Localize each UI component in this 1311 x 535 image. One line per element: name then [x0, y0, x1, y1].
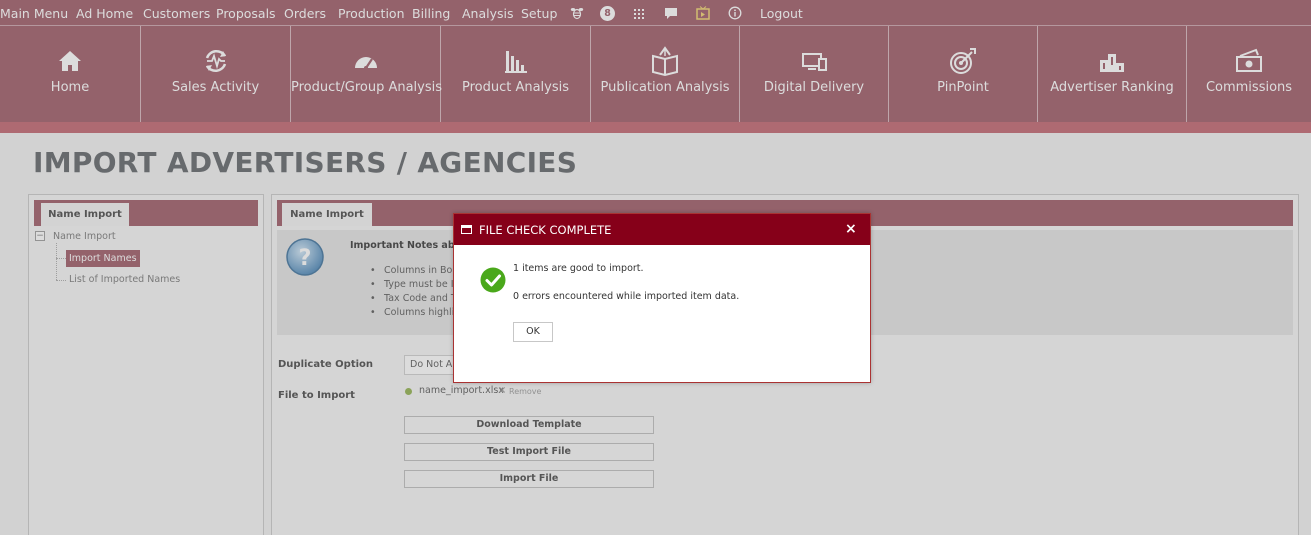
file-check-dialog: FILE CHECK COMPLETE × 1 items are good t… [453, 213, 871, 383]
window-icon [461, 225, 472, 234]
dialog-message-good: 1 items are good to import. [513, 263, 644, 274]
dialog-message-errors: 0 errors encountered while imported item… [513, 291, 740, 302]
success-check-icon [480, 267, 506, 293]
dialog-header: FILE CHECK COMPLETE × [454, 214, 870, 245]
ok-button[interactable]: OK [513, 322, 553, 342]
close-icon[interactable]: × [845, 221, 857, 237]
dialog-title: FILE CHECK COMPLETE [479, 223, 612, 237]
